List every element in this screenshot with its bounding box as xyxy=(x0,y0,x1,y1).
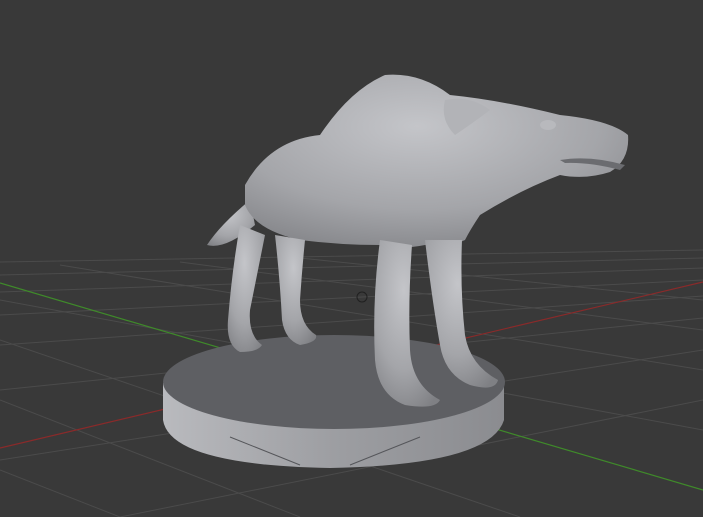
viewport-canvas[interactable] xyxy=(0,0,703,517)
3d-viewport[interactable] xyxy=(0,0,703,517)
wolf-back-leg-right xyxy=(275,235,317,345)
wolf-back-leg-left xyxy=(227,225,265,352)
wolf-eye xyxy=(540,120,556,130)
